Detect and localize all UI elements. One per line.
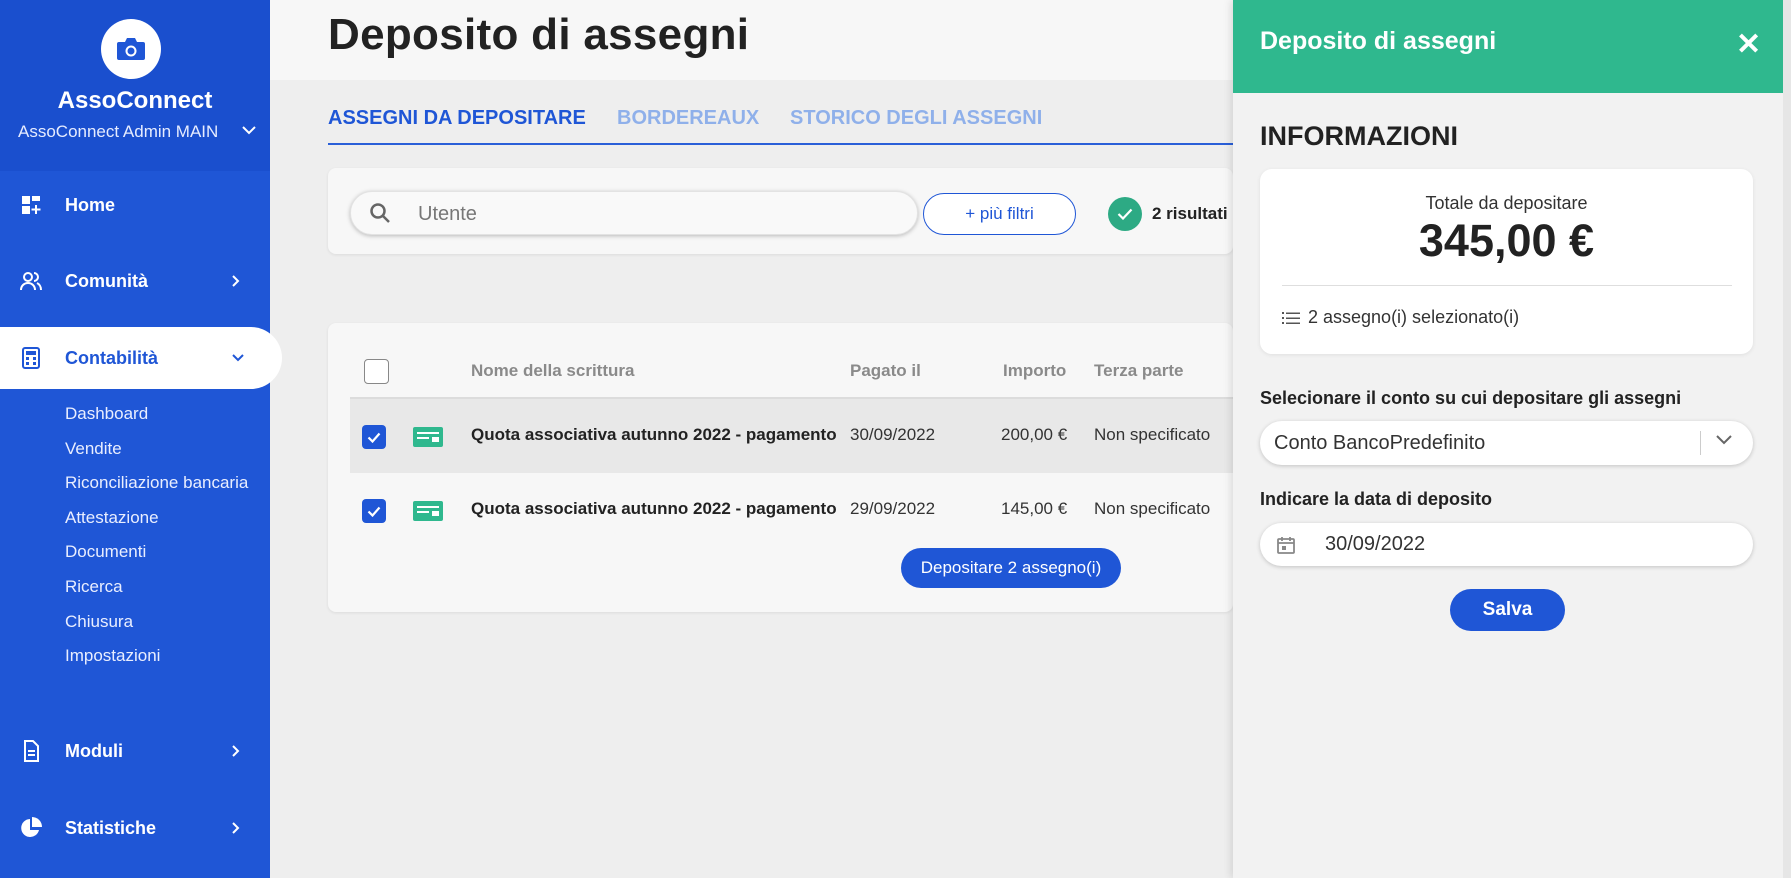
- row-date: 30/09/2022: [850, 425, 936, 444]
- account-switcher[interactable]: AssoConnect Admin MAIN: [18, 122, 218, 142]
- tab-cheque-history[interactable]: STORICO DEGLI ASSEGNI: [790, 107, 1042, 130]
- row-third-party: Non specificato: [1094, 499, 1211, 518]
- chevron-down-icon[interactable]: [242, 126, 256, 135]
- sidebar-item-accounting[interactable]: Contabilità: [0, 327, 282, 389]
- tab-bordereaux[interactable]: BORDEREAUX: [617, 107, 759, 130]
- table-row[interactable]: Quota associativa autunno 2022 - pagamen…: [350, 399, 1233, 473]
- deposit-panel: Deposito di assegni ✕ INFORMAZIONI Total…: [1233, 0, 1791, 878]
- section-title: INFORMAZIONI: [1260, 121, 1458, 151]
- save-button[interactable]: Salva: [1450, 589, 1565, 631]
- chevron-right-icon: [232, 745, 240, 757]
- total-label: Totale da depositare: [1425, 193, 1588, 213]
- list-icon: [1282, 311, 1300, 324]
- deposit-date-field[interactable]: 30/09/2022: [1260, 523, 1753, 566]
- summary-card: Totale da depositare 345,00 € 2 assegno(…: [1260, 169, 1753, 354]
- date-label: Indicare la data di deposito: [1260, 489, 1493, 509]
- camera-icon: [101, 19, 161, 79]
- total-amount: 345,00 €: [1418, 215, 1595, 266]
- dashboard-icon: [22, 196, 41, 214]
- select-all-checkbox[interactable]: [364, 359, 389, 384]
- cheques-table: Nome della scrittura Pagato il Importo T…: [328, 323, 1233, 612]
- brand-area: AssoConnect AssoConnect Admin MAIN: [0, 0, 270, 171]
- account-label: Selecionare il conto su cui depositare g…: [1260, 388, 1682, 408]
- row-name: Quota associativa autunno 2022 - pagamen…: [471, 499, 837, 518]
- account-select[interactable]: Conto BancoPredefinito: [1260, 421, 1753, 465]
- filter-bar: + più filtri 2 risultati: [328, 168, 1233, 254]
- panel-scroll-track: [1783, 0, 1791, 878]
- sidebar-item-statistics[interactable]: Statistiche: [0, 797, 270, 859]
- check-circle-icon: [1108, 197, 1142, 231]
- tab-cheques-to-deposit[interactable]: ASSEGNI DA DEPOSITARE: [328, 107, 586, 130]
- search-box[interactable]: [350, 191, 918, 235]
- submenu-item-settings[interactable]: Impostazioni: [65, 644, 248, 679]
- panel-header: Deposito di assegni ✕: [1233, 0, 1783, 93]
- submenu-item-search[interactable]: Ricerca: [65, 575, 248, 610]
- submenu-item-dashboard[interactable]: Dashboard: [65, 402, 248, 437]
- submenu-item-bank-reconciliation[interactable]: Riconciliazione bancaria: [65, 471, 248, 506]
- selected-count-label: 2 assegno(i) selezionato(i): [1308, 307, 1520, 327]
- chevron-right-icon: [232, 275, 240, 287]
- sidebar-item-label: Statistiche: [65, 817, 157, 838]
- column-header-third-party[interactable]: Terza parte: [1094, 361, 1183, 381]
- pie-chart-icon: [21, 817, 42, 837]
- sidebar: AssoConnect AssoConnect Admin MAIN Home …: [0, 0, 282, 878]
- row-name: Quota associativa autunno 2022 - pagamen…: [471, 425, 837, 444]
- cheque-icon: [413, 427, 443, 447]
- cheque-icon: [413, 501, 443, 521]
- submenu-item-certification[interactable]: Attestazione: [65, 506, 248, 541]
- row-checkbox[interactable]: [362, 499, 386, 523]
- document-icon: [24, 740, 39, 762]
- panel-title: Deposito di assegni: [1260, 27, 1497, 55]
- deposit-date-value: 30/09/2022: [1325, 533, 1426, 555]
- sidebar-item-community[interactable]: Comunità: [0, 250, 270, 312]
- submenu-item-sales[interactable]: Vendite: [65, 437, 248, 472]
- page-title: Deposito di assegni: [328, 10, 750, 59]
- submenu-item-documents[interactable]: Documenti: [65, 540, 248, 575]
- row-date: 29/09/2022: [850, 499, 936, 518]
- selected-count: 2 assegno(i) selezionato(i): [1282, 307, 1519, 328]
- chevron-down-icon[interactable]: [1716, 435, 1732, 445]
- row-amount: 200,00 €: [1001, 425, 1068, 444]
- close-icon[interactable]: ✕: [1736, 30, 1761, 60]
- column-header-name[interactable]: Nome della scrittura: [471, 361, 634, 381]
- sidebar-item-label: Contabilità: [65, 347, 158, 368]
- column-header-amount[interactable]: Importo: [1003, 361, 1066, 381]
- column-header-paid-on[interactable]: Pagato il: [850, 361, 921, 381]
- divider: [1282, 285, 1732, 286]
- row-amount: 145,00 €: [1001, 499, 1068, 518]
- results-label: 2 risultati: [1152, 204, 1228, 223]
- tab-bar: ASSEGNI DA DEPOSITARE BORDEREAUX STORICO…: [328, 107, 1233, 145]
- sidebar-item-home[interactable]: Home: [0, 174, 270, 236]
- account-select-value: Conto BancoPredefinito: [1274, 432, 1486, 454]
- search-icon: [370, 203, 390, 223]
- sidebar-item-label: Home: [65, 194, 116, 215]
- select-separator: [1700, 431, 1701, 455]
- submenu-item-closing[interactable]: Chiusura: [65, 610, 248, 645]
- chevron-right-icon: [232, 822, 240, 834]
- deposit-cheques-button[interactable]: Depositare 2 assegno(i): [901, 548, 1121, 588]
- results-count: 2 risultati: [1108, 197, 1228, 231]
- app-name: AssoConnect: [57, 87, 213, 114]
- row-third-party: Non specificato: [1094, 425, 1211, 444]
- chevron-down-icon: [232, 354, 244, 362]
- table-row[interactable]: Quota associativa autunno 2022 - pagamen…: [350, 473, 1233, 547]
- calculator-icon: [22, 347, 40, 369]
- accounting-submenu: Dashboard Vendite Riconciliazione bancar…: [65, 402, 248, 679]
- sidebar-item-label: Moduli: [65, 740, 123, 761]
- calendar-icon: [1277, 537, 1295, 554]
- sidebar-item-modules[interactable]: Moduli: [0, 720, 270, 782]
- search-input[interactable]: [416, 200, 900, 228]
- row-checkbox[interactable]: [362, 425, 386, 449]
- users-icon: [20, 272, 42, 291]
- more-filters-button[interactable]: + più filtri: [923, 193, 1076, 235]
- sidebar-item-label: Comunità: [65, 270, 148, 291]
